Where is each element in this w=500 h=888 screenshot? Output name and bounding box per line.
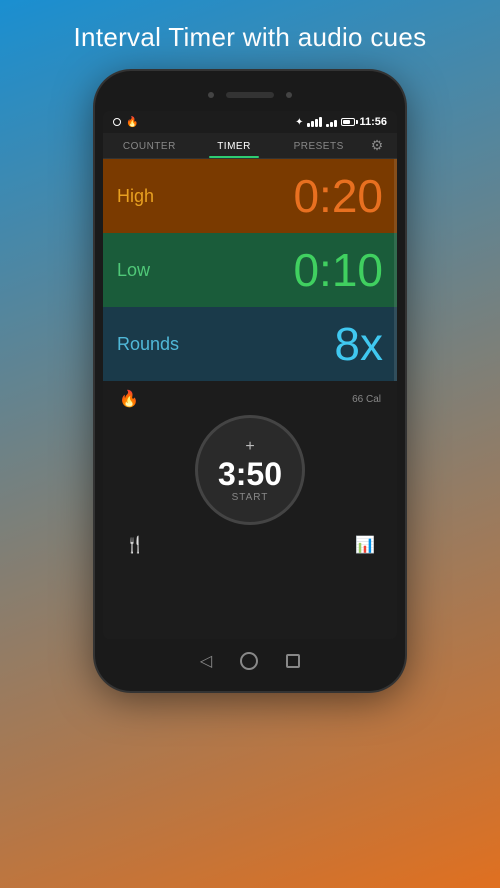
bluetooth-icon: ✦ (295, 117, 303, 128)
tab-presets[interactable]: PRESETS (276, 133, 361, 158)
sensor-dot (286, 92, 292, 98)
timer-display: 3:50 (218, 458, 282, 490)
phone-bottom-nav: ◁ (103, 643, 397, 679)
back-button[interactable]: ◁ (200, 651, 212, 671)
tab-counter[interactable]: COUNTER (107, 133, 192, 158)
phone-shell: 🔥 ✦ 11:56 (95, 71, 405, 691)
timer-start-label: START (232, 492, 269, 503)
rounds-value: 8x (334, 317, 383, 371)
wifi-bar-1 (307, 123, 310, 127)
low-value: 0:10 (293, 243, 383, 297)
nav-tabs: COUNTER TIMER PRESETS ⚙ (103, 133, 397, 159)
recent-button[interactable] (286, 654, 300, 668)
low-label: Low (117, 260, 150, 281)
status-time: 11:56 (359, 116, 387, 128)
fire-status-icon: 🔥 (126, 117, 138, 128)
tab-timer[interactable]: TIMER (192, 133, 277, 158)
bottom-section: 🔥 66 Cal + 3:50 START 🍴 📊 (103, 381, 397, 565)
interval-section: High 0:20 Low 0:10 Rounds 8x 🔥 66 Cal (103, 159, 397, 639)
wifi-bar-3 (315, 119, 318, 127)
status-bar: 🔥 ✦ 11:56 (103, 111, 397, 133)
home-button[interactable] (240, 652, 258, 670)
calories-value: 66 Cal (352, 394, 381, 405)
scroll-hint-low (394, 233, 397, 307)
scroll-hint-rounds (394, 307, 397, 381)
bottom-icons-row: 🍴 📊 (115, 529, 385, 557)
timer-circle[interactable]: + 3:50 START (195, 415, 305, 525)
wifi-icon (307, 117, 322, 127)
calories-row: 🔥 66 Cal (115, 387, 385, 411)
app-headline: Interval Timer with audio cues (54, 0, 447, 71)
battery-icon (341, 118, 355, 126)
signal-icon (326, 117, 337, 127)
timer-plus-icon: + (245, 438, 254, 456)
calories-fire-icon: 🔥 (119, 389, 139, 409)
rounds-label: Rounds (117, 334, 179, 355)
chart-icon: 📊 (355, 535, 375, 555)
camera-dot (208, 92, 214, 98)
sig-bar-1 (326, 124, 329, 127)
wifi-bar-4 (319, 117, 322, 127)
interval-row-high[interactable]: High 0:20 (103, 159, 397, 233)
phone-screen: 🔥 ✦ 11:56 (103, 111, 397, 639)
high-label: High (117, 186, 154, 207)
sig-bar-3 (334, 120, 337, 127)
phone-top-bar (103, 83, 397, 107)
interval-row-rounds[interactable]: Rounds 8x (103, 307, 397, 381)
status-right-icons: ✦ 11:56 (295, 116, 387, 128)
settings-button[interactable]: ⚙ (361, 133, 393, 158)
wifi-bar-2 (311, 121, 314, 127)
header-text-container: Interval Timer with audio cues (54, 0, 447, 71)
interval-row-low[interactable]: Low 0:10 (103, 233, 397, 307)
speaker-bar (226, 92, 274, 98)
high-value: 0:20 (293, 169, 383, 223)
utensils-icon: 🍴 (125, 535, 145, 555)
circle-status-icon (113, 118, 121, 126)
battery-fill (343, 120, 350, 124)
status-left-icons: 🔥 (113, 117, 138, 128)
sig-bar-2 (330, 122, 333, 127)
scroll-hint-high (394, 159, 397, 233)
